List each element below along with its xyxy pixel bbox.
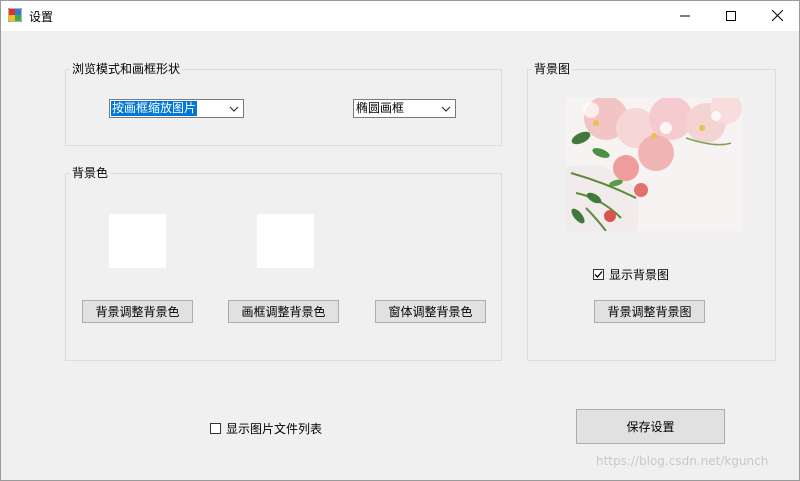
- adjust-background-color-button[interactable]: 背景调整背景色: [82, 300, 193, 323]
- show-background-image-checkbox[interactable]: 显示背景图: [593, 266, 669, 283]
- adjust-frame-color-button[interactable]: 画框调整背景色: [228, 300, 339, 323]
- chevron-down-icon: [229, 106, 239, 112]
- frame-shape-select[interactable]: 椭圆画框: [353, 99, 456, 118]
- save-settings-button[interactable]: 保存设置: [576, 409, 725, 444]
- maximize-icon: [726, 10, 736, 21]
- show-file-list-checkbox[interactable]: 显示图片文件列表: [210, 420, 322, 437]
- minimize-button[interactable]: [662, 0, 708, 31]
- checkbox-box[interactable]: [210, 423, 221, 434]
- background-image-preview: [566, 98, 743, 231]
- show-file-list-label: 显示图片文件列表: [226, 422, 323, 436]
- frame-shape-value: 椭圆画框: [356, 101, 405, 115]
- browse-mode-select[interactable]: 按画框缩放图片: [109, 99, 244, 118]
- app-icon: [8, 8, 22, 22]
- check-icon: [594, 271, 603, 278]
- frame-color-swatch[interactable]: [257, 214, 314, 268]
- show-background-image-label: 显示背景图: [609, 268, 670, 282]
- close-button[interactable]: [754, 0, 800, 31]
- title-bar: 设置: [0, 0, 800, 31]
- checkbox-box[interactable]: [593, 269, 604, 280]
- flower-image: [566, 98, 743, 231]
- minimize-icon: [680, 15, 690, 16]
- background-color-swatch[interactable]: [109, 214, 166, 268]
- browse-mode-value: 按画框缩放图片: [111, 101, 198, 116]
- close-icon: [771, 10, 783, 21]
- browse-mode-group-label: 浏览模式和画框形状: [70, 62, 183, 76]
- adjust-window-color-button[interactable]: 窗体调整背景色: [375, 300, 486, 323]
- adjust-background-image-button[interactable]: 背景调整背景图: [594, 300, 705, 323]
- maximize-button[interactable]: [708, 0, 754, 31]
- background-image-group-label: 背景图: [532, 62, 573, 76]
- background-color-group-label: 背景色: [70, 166, 111, 180]
- chevron-down-icon: [441, 106, 451, 112]
- watermark-text: https://blog.csdn.net/kgunch: [596, 454, 769, 468]
- window-title: 设置: [29, 10, 54, 24]
